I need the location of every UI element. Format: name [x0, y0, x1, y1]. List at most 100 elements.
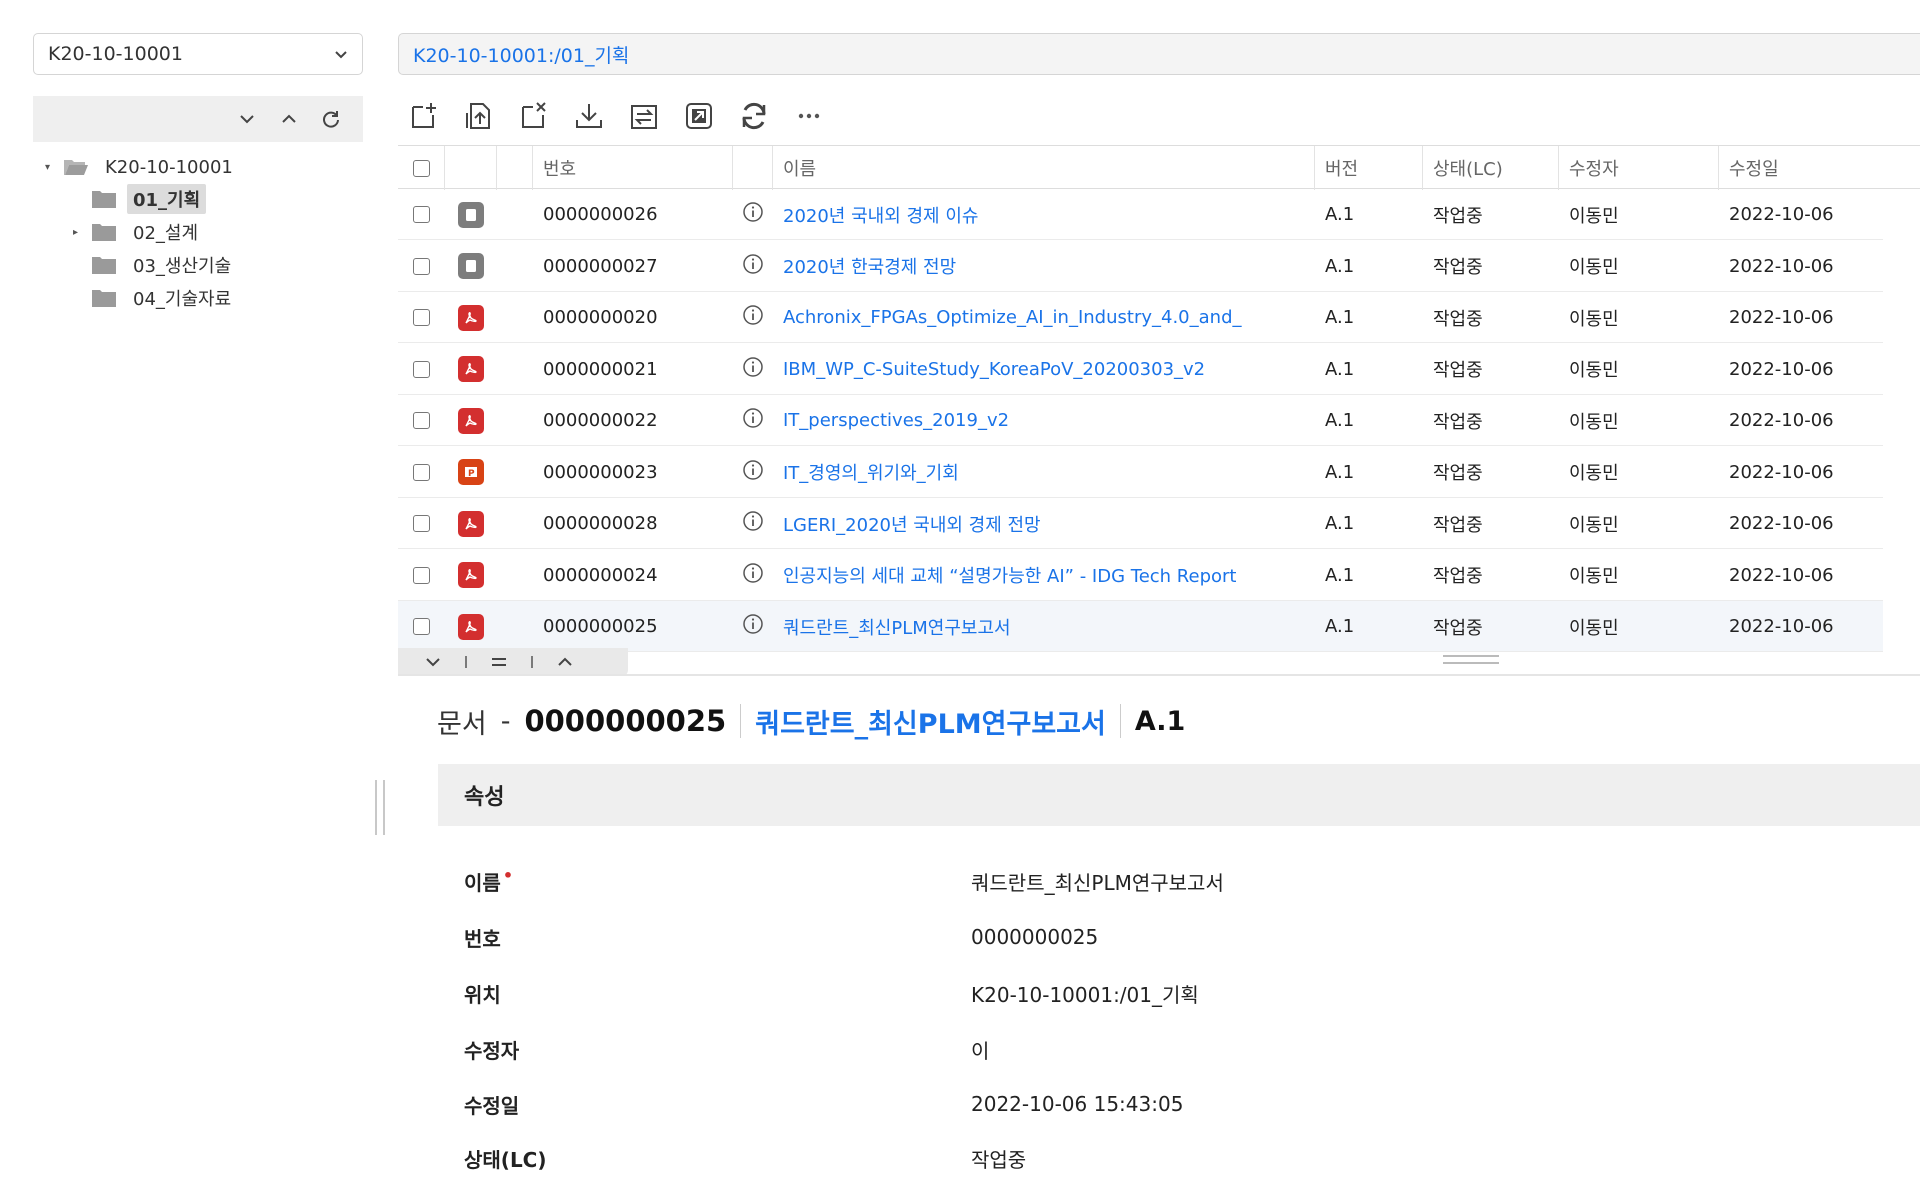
location-path[interactable]: K20-10-10001:/01_기획 [398, 33, 1920, 75]
row-checkbox[interactable] [413, 412, 430, 429]
tree-node-root[interactable]: ▾ K20-10-10001 [45, 152, 239, 182]
file-type-cell [445, 550, 497, 601]
detail-header: 문서 - 0000000025 쿼드란트_최신PLM연구보고서 A.1 [437, 700, 1185, 742]
header-version[interactable]: 버전 [1315, 146, 1423, 190]
table-row[interactable]: 0000000020 Achronix_FPGAs_Optimize_AI_in_… [398, 292, 1883, 343]
row-checkbox[interactable] [413, 257, 430, 275]
cell-name[interactable]: LGERI_2020년 국내외 경제 전망 [783, 498, 1315, 549]
cell-name[interactable]: 쿼드란트_최신PLM연구보고서 [783, 601, 1315, 652]
header-name[interactable]: 이름 [773, 146, 1315, 190]
cell-number: 0000000027 [543, 255, 658, 277]
file-type-cell: P [445, 447, 497, 498]
info-icon[interactable] [742, 407, 764, 434]
table-row[interactable]: 0000000024 인공지능의 세대 교체 “설명가능한 AI” - IDG T… [398, 550, 1883, 601]
cell-modified: 2022-10-06 [1729, 204, 1834, 225]
cell-name[interactable]: IBM_WP_C-SuiteStudy_KoreaPoV_20200303_v2 [783, 344, 1315, 395]
row-checkbox[interactable] [413, 566, 430, 584]
info-icon[interactable] [742, 562, 764, 589]
cell-state: 작업중 [1433, 411, 1483, 433]
refresh-icon[interactable] [738, 100, 770, 132]
cell-version: A.1 [1325, 255, 1355, 277]
cell-number: 0000000023 [543, 461, 658, 483]
folder-open-icon [64, 160, 88, 175]
pdf-file-icon [458, 304, 484, 331]
row-checkbox[interactable] [413, 309, 430, 326]
table-row[interactable]: 0000000028 LGERI_2020년 국내외 경제 전망 A.1 작업중 이동민… [398, 498, 1883, 549]
select-all-cell [398, 146, 445, 190]
info-icon[interactable] [742, 304, 764, 331]
expand-caret[interactable]: ▸ [73, 227, 85, 238]
cell-name[interactable]: Achronix_FPGAs_Optimize_AI_in_Industry_4… [783, 292, 1315, 343]
file-type-cell [445, 344, 497, 395]
swap-icon[interactable] [628, 100, 660, 132]
info-icon[interactable] [742, 356, 764, 383]
info-icon[interactable] [742, 253, 764, 280]
prop-label-number: 번호 [464, 926, 501, 951]
upload-icon[interactable] [463, 100, 495, 132]
expand-all-icon[interactable] [277, 107, 301, 131]
cell-number: 0000000021 [543, 358, 658, 380]
tree-node-02[interactable]: ▸ 02_설계 [73, 217, 204, 247]
table-row[interactable]: P 0000000023 IT_경영의_위기와_기회 A.1 작업중 이동민 2022-10… [398, 447, 1883, 498]
info-cell [733, 292, 773, 343]
header-modifier[interactable]: 수정자 [1559, 146, 1719, 190]
pdf-file-icon [458, 356, 484, 382]
cell-modifier: 이동민 [1569, 308, 1619, 330]
collapse-down-icon[interactable] [424, 655, 442, 669]
side-resize-handle[interactable] [375, 780, 385, 835]
row-checkbox[interactable] [413, 618, 430, 635]
cell-name[interactable]: 2020년 국내외 경제 이슈 [783, 189, 1315, 240]
table-row[interactable]: 0000000021 IBM_WP_C-SuiteStudy_KoreaPoV_2… [398, 344, 1883, 395]
cell-name[interactable]: IT_경영의_위기와_기회 [783, 447, 1315, 498]
project-select[interactable]: K20-10-10001 [33, 33, 363, 75]
tree-refresh-icon[interactable] [319, 107, 343, 131]
table-row[interactable]: 0000000025 쿼드란트_최신PLM연구보고서 A.1 작업중 이동민 2022-1… [398, 601, 1883, 652]
detail-dash: - [500, 705, 511, 737]
cell-name[interactable]: IT_perspectives_2019_v2 [783, 395, 1315, 446]
expand-caret[interactable]: ▾ [45, 162, 57, 173]
select-all-checkbox[interactable] [412, 159, 430, 177]
open-external-icon[interactable] [683, 100, 715, 132]
cell-state: 작업중 [1433, 617, 1483, 639]
prop-label-location: 위치 [464, 982, 501, 1007]
header-number[interactable]: 번호 [533, 146, 733, 190]
resize-grip[interactable] [1443, 655, 1499, 664]
cell-modified: 2022-10-06 [1729, 358, 1834, 380]
row-select-cell [398, 189, 445, 240]
tree-node-label: K20-10-10001 [105, 156, 233, 178]
header-info [733, 146, 773, 190]
collapse-up-icon[interactable] [556, 655, 574, 669]
download-icon[interactable] [573, 100, 605, 132]
remove-icon[interactable] [518, 100, 550, 132]
more-icon[interactable] [793, 100, 825, 132]
row-checkbox[interactable] [413, 515, 430, 532]
detail-name[interactable]: 쿼드란트_최신PLM연구보고서 [755, 702, 1106, 741]
info-icon[interactable] [742, 201, 764, 228]
cell-state: 작업중 [1433, 308, 1483, 330]
table-row[interactable]: 0000000022 IT_perspectives_2019_v2 A.1 작업중 이… [398, 395, 1883, 446]
collapse-all-icon[interactable] [235, 107, 259, 131]
cell-name[interactable]: 인공지능의 세대 교체 “설명가능한 AI” - IDG Tech Report [783, 550, 1315, 601]
tree-node-03[interactable]: 03_생산기술 [73, 250, 237, 280]
pdf-file-icon [458, 407, 484, 434]
row-checkbox[interactable] [413, 360, 430, 378]
tree-node-label: 02_설계 [133, 223, 199, 244]
add-icon[interactable] [408, 100, 440, 132]
detail-number: 0000000025 [524, 704, 727, 738]
header-state[interactable]: 상태(LC) [1423, 146, 1559, 190]
split-equal-icon[interactable] [490, 655, 508, 669]
row-select-cell [398, 241, 445, 292]
attributes-section-header[interactable]: 속성 [438, 764, 1920, 826]
info-icon[interactable] [742, 613, 764, 640]
header-modified[interactable]: 수정일 [1719, 146, 1920, 190]
info-icon[interactable] [742, 459, 764, 486]
tree-node-04[interactable]: 04_기술자료 [73, 283, 237, 313]
prop-label-modified: 수정일 [464, 1093, 520, 1118]
info-icon[interactable] [742, 510, 764, 537]
row-checkbox[interactable] [413, 463, 430, 481]
row-checkbox[interactable] [413, 206, 430, 223]
cell-name[interactable]: 2020년 한국경제 전망 [783, 241, 1315, 292]
table-row[interactable]: 0000000027 2020년 한국경제 전망 A.1 작업중 이동민 2022-10-… [398, 241, 1883, 292]
table-row[interactable]: 0000000026 2020년 국내외 경제 이슈 A.1 작업중 이동민 2022-1… [398, 189, 1883, 240]
tree-node-01[interactable]: 01_기획 [73, 184, 207, 214]
